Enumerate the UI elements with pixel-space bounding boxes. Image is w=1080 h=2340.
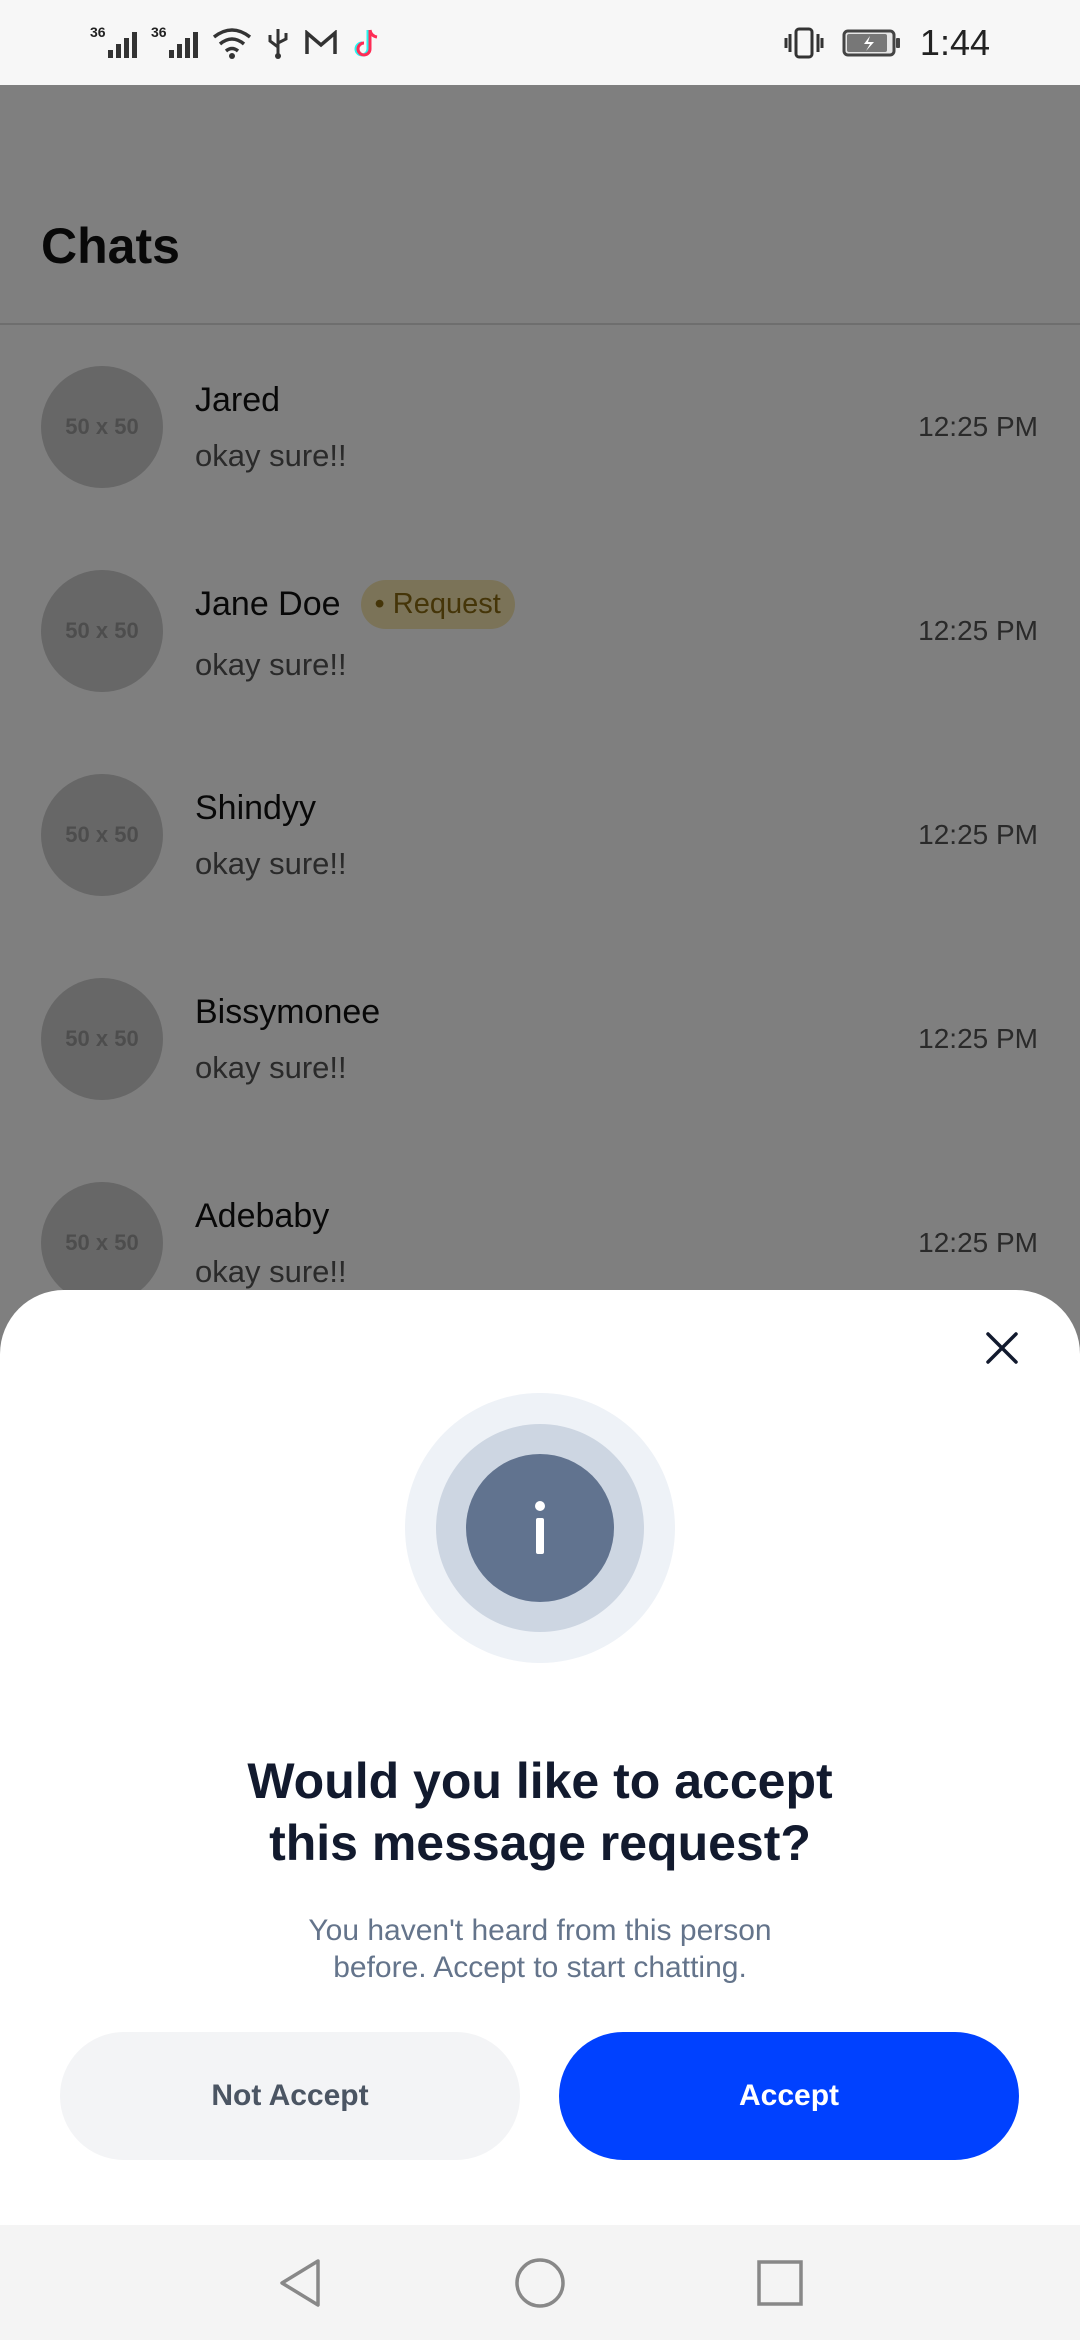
wifi-icon — [212, 27, 252, 59]
modal-subtitle: You haven't heard from this person befor… — [308, 1914, 772, 1984]
usb-icon — [268, 28, 288, 59]
system-nav-bar — [0, 2225, 1080, 2340]
message-request-sheet: Would you like to accept this message re… — [0, 1290, 1080, 2225]
vibrate-icon — [784, 27, 824, 58]
recents-button[interactable] — [750, 2253, 810, 2313]
status-right: 1:44 — [784, 22, 990, 64]
network-type: 36 — [151, 23, 167, 40]
signal-icon: 36 — [151, 24, 198, 58]
status-bar: 36 36 1:44 — [0, 0, 1080, 85]
not-accept-button[interactable]: Not Accept — [60, 2032, 520, 2160]
accept-button[interactable]: Accept — [559, 2032, 1019, 2160]
home-icon — [515, 2257, 565, 2308]
back-icon — [280, 2258, 320, 2307]
network-type: 36 — [90, 23, 106, 40]
home-button[interactable] — [510, 2253, 570, 2313]
info-glyph — [535, 1501, 545, 1554]
close-button[interactable] — [974, 1320, 1030, 1376]
info-icon — [466, 1454, 614, 1602]
tiktok-icon — [354, 29, 378, 56]
signal-icon: 36 — [90, 24, 137, 58]
battery-charging-icon — [842, 29, 900, 56]
status-left: 36 36 — [90, 24, 380, 59]
close-icon — [986, 1332, 1018, 1364]
back-button[interactable] — [270, 2253, 330, 2313]
clock: 1:44 — [919, 21, 990, 63]
gmail-icon — [305, 29, 337, 54]
modal-title: Would you like to accept this message re… — [247, 1753, 833, 1871]
recents-icon — [757, 2259, 803, 2306]
